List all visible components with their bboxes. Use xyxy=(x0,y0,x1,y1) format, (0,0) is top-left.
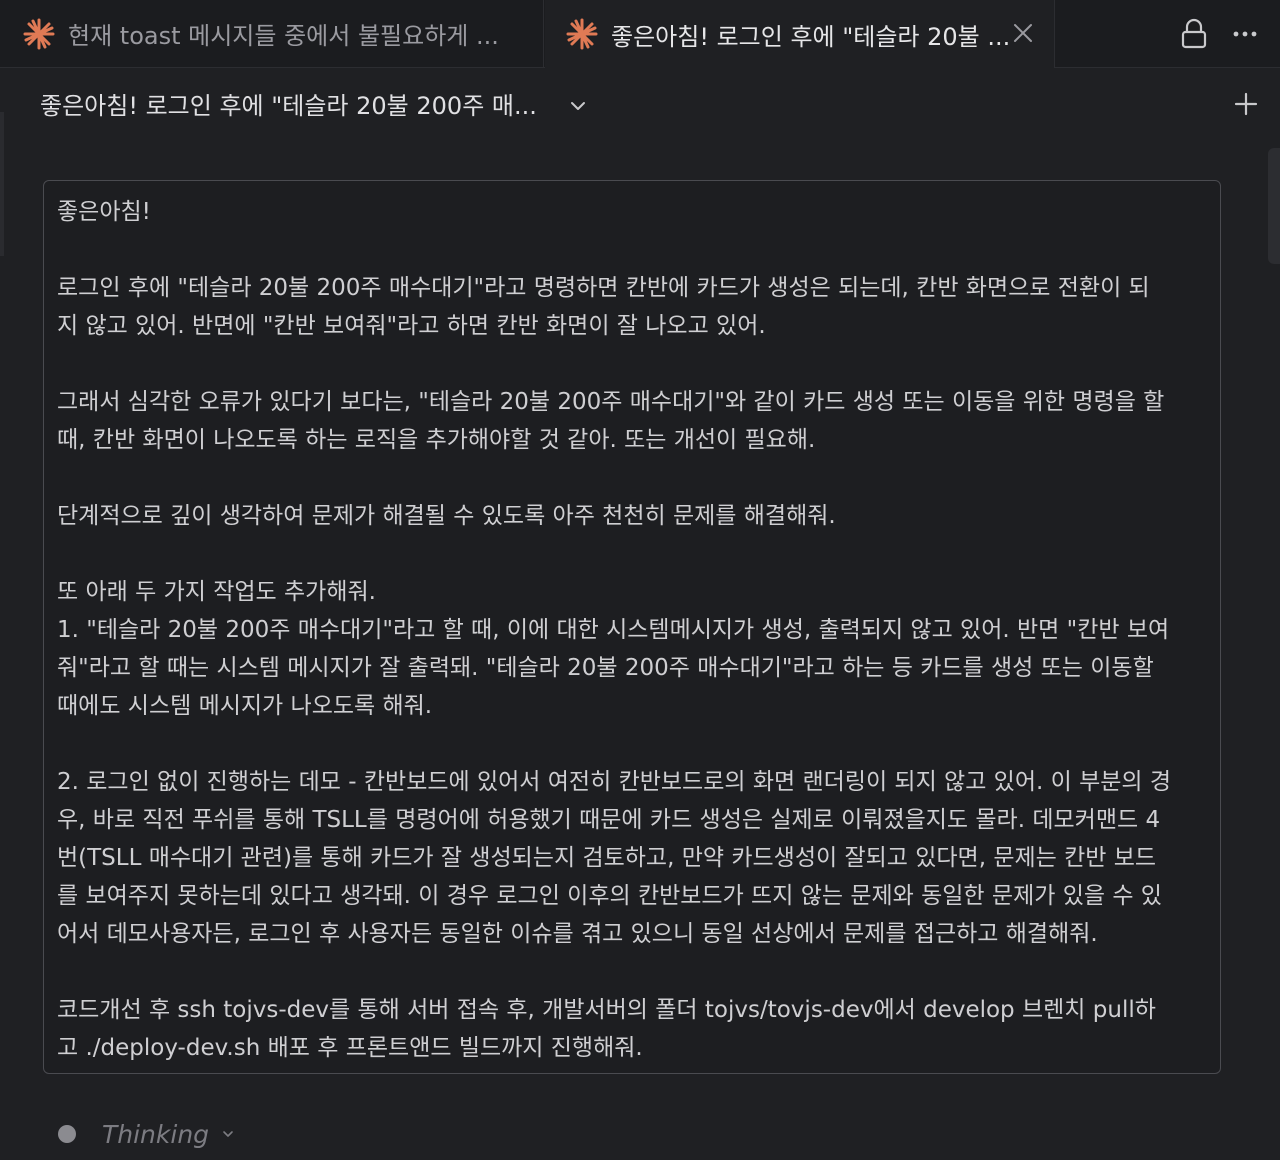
scrollbar[interactable] xyxy=(1268,148,1280,264)
message-line: 고 ./deploy-dev.sh 배포 후 프론트앤드 빌드까지 진행해줘. xyxy=(57,1035,643,1061)
message-line: 우, 바로 직전 푸쉬를 통해 TSLL를 명령어에 허용했기 때문에 카드 생… xyxy=(57,807,1161,833)
message-line: 2. 로그인 없이 진행하는 데모 - 칸반보드에 있어서 여전히 칸반보드로의… xyxy=(57,769,1172,795)
message-line: 번(TSLL 매수대기 관련)를 통해 카드가 잘 생성되는지 검토하고, 만약… xyxy=(57,845,1157,871)
message-line: 1. "테슬라 20불 200주 매수대기"라고 할 때, 이에 대한 시스템메… xyxy=(57,617,1170,643)
close-icon[interactable] xyxy=(1010,20,1036,46)
message-line: 줘"라고 할 때는 시스템 메시지가 잘 출력돼. "테슬라 20불 200주 … xyxy=(57,655,1154,681)
message-line: 좋은아침! xyxy=(57,199,151,225)
claude-sparkle-icon xyxy=(23,18,55,49)
thinking-indicator[interactable]: Thinking xyxy=(58,1112,235,1156)
user-message: 좋은아침! 로그인 후에 "테슬라 20불 200주 매수대기"라고 명령하면 칸… xyxy=(43,180,1221,1074)
conversation-header: 좋은아침! 로그인 후에 "테슬라 20불 200주 매... xyxy=(0,68,1280,142)
message-line: 그래서 심각한 오류가 있다기 보다는, "테슬라 20불 200주 매수대기"… xyxy=(57,389,1165,415)
tab-kanban-conversation[interactable]: 좋은아침! 로그인 후에 "테슬라 20불 ... xyxy=(545,0,1055,68)
conversation-title[interactable]: 좋은아침! 로그인 후에 "테슬라 20불 200주 매... xyxy=(40,86,537,121)
claude-sparkle-icon xyxy=(566,18,598,50)
message-line: 지 않고 있어. 반면에 "칸반 보여줘"라고 하면 칸반 화면이 잘 나오고 … xyxy=(57,313,766,339)
message-line: 코드개선 후 ssh tojvs-dev를 통해 서버 접속 후, 개발서버의 … xyxy=(57,997,1156,1023)
left-panel-edge xyxy=(0,112,4,256)
chevron-down-icon[interactable] xyxy=(568,96,588,116)
tab-label: 좋은아침! 로그인 후에 "테슬라 20불 ... xyxy=(611,22,1011,51)
tab-toast-messages[interactable]: 현재 toast 메시지들 중에서 불필요하게 ... xyxy=(0,0,544,67)
message-line: 때에도 시스템 메시지가 나오도록 해줘. xyxy=(57,693,433,719)
message-line: 로그인 후에 "테슬라 20불 200주 매수대기"라고 명령하면 칸반에 카드… xyxy=(57,275,1150,301)
more-options-icon[interactable] xyxy=(1232,22,1258,46)
lock-icon[interactable] xyxy=(1180,18,1208,50)
message-line: 때, 칸반 화면이 나오도록 하는 로직을 추가해야할 것 같아. 또는 개선이… xyxy=(57,427,816,453)
message-line: 단계적으로 깊이 생각하여 문제가 해결될 수 있도록 아주 천천히 문제를 해… xyxy=(57,503,836,529)
thinking-label: Thinking xyxy=(102,1119,210,1149)
tab-bar: 현재 toast 메시지들 중에서 불필요하게 ... 좋은아침! 로그인 후에… xyxy=(0,0,1280,68)
message-line: 또 아래 두 가지 작업도 추가해줘. xyxy=(57,579,376,605)
tab-label: 현재 toast 메시지들 중에서 불필요하게 ... xyxy=(68,22,499,50)
thinking-dot xyxy=(58,1125,76,1143)
new-conversation-icon[interactable] xyxy=(1234,92,1258,116)
message-line: 어서 데모사용자든, 로그인 후 사용자든 동일한 이슈를 겪고 있으니 동일 … xyxy=(57,921,1098,947)
message-line: 를 보여주지 못하는데 있다고 생각돼. 이 경우 로그인 이후의 칸반보드가 … xyxy=(57,883,1162,909)
chevron-down-icon[interactable] xyxy=(221,1127,235,1141)
